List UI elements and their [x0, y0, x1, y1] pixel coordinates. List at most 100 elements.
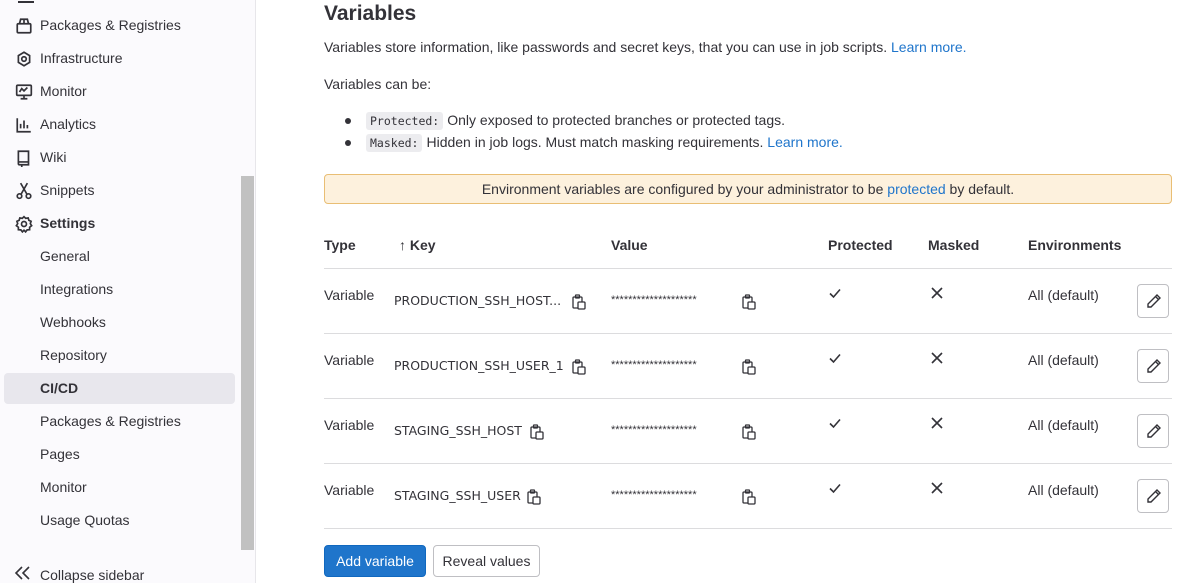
environment-cell: All (default) [1028, 352, 1099, 368]
sidebar-subitem-general[interactable]: General [4, 241, 235, 272]
close-icon [931, 287, 943, 299]
check-icon [829, 288, 841, 299]
column-header-protected: Protected [828, 237, 893, 253]
close-icon [931, 482, 943, 494]
check-icon [829, 483, 841, 494]
sidebar-subitem-usage-quotas[interactable]: Usage Quotas [4, 505, 235, 536]
sidebar-subitem-packages-registries[interactable]: Packages & Registries [4, 406, 235, 437]
type-cell: Variable [324, 352, 375, 368]
sidebar-item-label: Infrastructure [40, 50, 123, 66]
copy-key-icon[interactable] [530, 424, 544, 440]
close-icon [931, 352, 943, 364]
table-bottom-divider [324, 528, 1172, 529]
alert-text-end: by default. [949, 181, 1015, 197]
column-header-type: Type [324, 237, 356, 253]
variables-can-be-label: Variables can be: [324, 76, 432, 92]
sidebar-item-snippets[interactable]: Snippets [4, 175, 235, 206]
main-content: Variables Variables store information, l… [256, 0, 1187, 583]
sidebar-item-packages-registries[interactable]: Packages & Registries [4, 10, 235, 41]
copy-value-icon[interactable] [742, 294, 756, 310]
masking-learn-more-link[interactable]: Learn more. [767, 134, 842, 150]
sidebar: Packages & Registries Infrastructure Mon… [0, 0, 256, 583]
sort-arrow-icon: ↑ [399, 237, 406, 253]
alert-text: Environment variables are configured by … [481, 181, 884, 197]
sidebar-item-label: Packages & Registries [40, 17, 181, 33]
sidebar-subitem-monitor[interactable]: Monitor [4, 472, 235, 503]
edit-variable-button[interactable] [1137, 479, 1169, 513]
sidebar-item-settings[interactable]: Settings [4, 208, 235, 239]
sidebar-item-infrastructure[interactable]: Infrastructure [4, 43, 235, 74]
protected-link[interactable]: protected [887, 181, 945, 197]
sidebar-item-analytics[interactable]: Analytics [4, 109, 235, 140]
pencil-icon [1147, 359, 1161, 373]
check-icon [829, 353, 841, 364]
copy-key-icon[interactable] [572, 359, 586, 375]
copy-value-icon[interactable] [742, 359, 756, 375]
sidebar-subitem-cicd[interactable]: CI/CD [4, 373, 235, 404]
bullet-text: Only exposed to protected branches or pr… [447, 112, 786, 128]
column-header-environments: Environments [1028, 237, 1122, 253]
key-cell: STAGING_SSH_HOST [394, 423, 522, 438]
package-icon [16, 18, 32, 34]
column-header-masked: Masked [928, 237, 980, 253]
monitor-icon [15, 84, 33, 100]
list-item: Masked: Hidden in job logs. Must match ma… [324, 132, 843, 154]
edit-variable-button[interactable] [1137, 284, 1169, 318]
value-cell: ******************** [611, 294, 697, 306]
edit-variable-button[interactable] [1137, 349, 1169, 383]
table-row: Variable STAGING_SSH_HOST **************… [324, 398, 1172, 463]
sidebar-item-wiki[interactable]: Wiki [4, 142, 235, 173]
sidebar-item-monitor[interactable]: Monitor [4, 76, 235, 107]
environment-cell: All (default) [1028, 482, 1099, 498]
value-cell: ******************** [611, 424, 697, 436]
copy-key-icon[interactable] [572, 294, 586, 310]
check-icon [829, 418, 841, 429]
key-cell: STAGING_SSH_USER [394, 488, 521, 503]
learn-more-link[interactable]: Learn more. [891, 39, 966, 55]
masked-code: Masked: [366, 134, 423, 152]
key-cell: PRODUCTION_SSH_HOST... [394, 293, 562, 308]
key-cell: PRODUCTION_SSH_USER_1 [394, 358, 564, 373]
reveal-values-button[interactable]: Reveal values [433, 545, 540, 577]
table-row: Variable PRODUCTION_SSH_HOST... ********… [324, 268, 1172, 333]
intro-text: Variables store information, like passwo… [324, 39, 967, 55]
sidebar-subitem-pages[interactable]: Pages [4, 439, 235, 470]
sidebar-subitem-integrations[interactable]: Integrations [4, 274, 235, 305]
sidebar-scrollbar[interactable] [241, 176, 254, 550]
page-title: Variables [324, 2, 417, 25]
bullet-text: Hidden in job logs. Must match masking r… [426, 134, 764, 150]
copy-value-icon[interactable] [742, 489, 756, 505]
cloud-gear-icon [17, 51, 31, 67]
copy-value-icon[interactable] [742, 424, 756, 440]
scissors-icon [16, 182, 32, 200]
list-item: Protected: Only exposed to protected bran… [324, 110, 843, 132]
sidebar-item-label: Snippets [40, 182, 95, 198]
sidebar-item-label: Monitor [40, 83, 87, 99]
table-row: Variable STAGING_SSH_USER **************… [324, 463, 1172, 528]
pencil-icon [1147, 424, 1161, 438]
collapse-sidebar-button[interactable]: Collapse sidebar [0, 558, 240, 583]
close-icon [931, 417, 943, 429]
cut-off-item [18, 0, 34, 3]
intro-description: Variables store information, like passwo… [324, 39, 888, 55]
environment-cell: All (default) [1028, 287, 1099, 303]
sidebar-subitem-label: Repository [40, 347, 107, 363]
value-cell: ******************** [611, 489, 697, 501]
sidebar-item-label: Settings [40, 215, 96, 231]
column-header-key[interactable]: ↑ Key [399, 237, 436, 253]
environment-cell: All (default) [1028, 417, 1099, 433]
type-cell: Variable [324, 287, 375, 303]
column-header-value: Value [611, 237, 648, 253]
type-cell: Variable [324, 417, 375, 433]
protected-by-default-alert: Environment variables are configured by … [324, 174, 1172, 204]
sidebar-subitem-webhooks[interactable]: Webhooks [4, 307, 235, 338]
sidebar-subitem-label: General [40, 248, 90, 264]
pencil-icon [1147, 489, 1161, 503]
copy-key-icon[interactable] [527, 489, 541, 505]
variable-options-list: Protected: Only exposed to protected bran… [324, 110, 843, 154]
sidebar-subitem-label: Integrations [40, 281, 114, 297]
sidebar-subitem-repository[interactable]: Repository [4, 340, 235, 371]
gear-icon [15, 215, 33, 233]
edit-variable-button[interactable] [1137, 414, 1169, 448]
add-variable-button[interactable]: Add variable [324, 545, 426, 577]
